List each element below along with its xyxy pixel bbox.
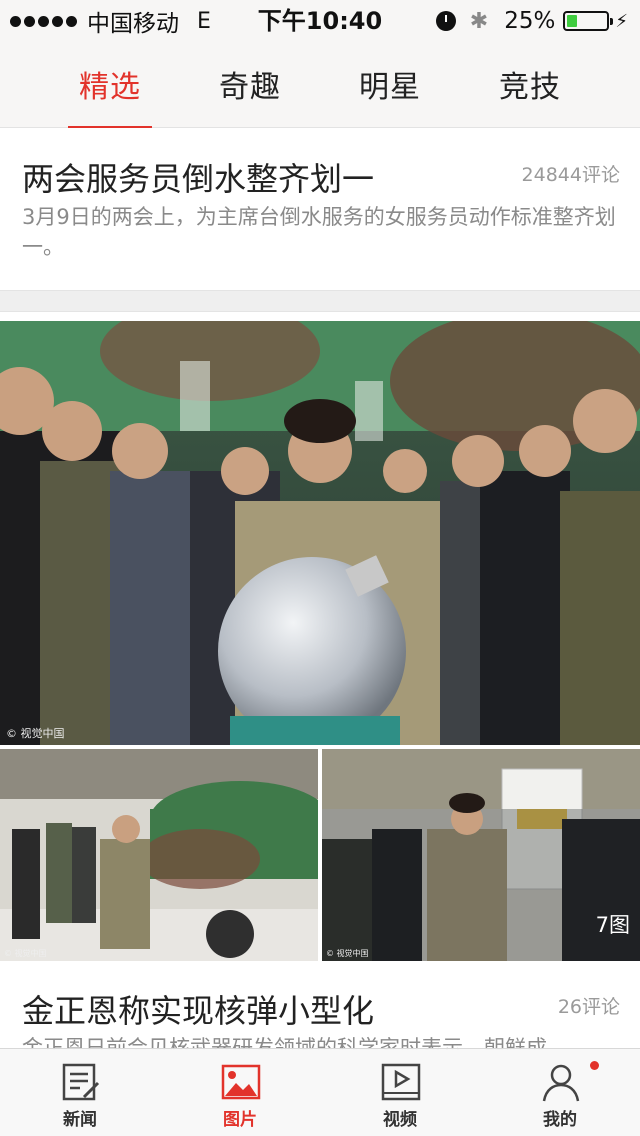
article-title[interactable]: 金正恩称实现核弹小型化 <box>22 986 374 1032</box>
nav-label: 我的 <box>543 1110 577 1130</box>
main-photo[interactable]: © 视觉中国 <box>0 321 640 745</box>
nav-label: 视频 <box>383 1110 417 1130</box>
video-icon <box>381 1063 421 1101</box>
bottom-navigation: 新闻 图片 视频 我的 <box>0 1048 640 1136</box>
picture-icon <box>221 1064 261 1100</box>
battery-icon <box>563 11 614 31</box>
photo-credit: © 视觉中国 <box>4 949 47 958</box>
article-card[interactable]: 两会服务员倒水整齐划一 24844评论 3月9日的两会上，为主席台倒水服务的女服… <box>0 128 640 290</box>
nav-label: 新闻 <box>63 1110 97 1130</box>
section-divider <box>0 290 640 312</box>
thumbnail-image <box>0 749 318 961</box>
tab-sports[interactable]: 竞技 <box>470 62 590 106</box>
status-bar: 中国移动 E 下午10:40 ✱ 25% ⚡ <box>0 0 640 40</box>
tab-stars[interactable]: 明星 <box>330 62 450 106</box>
thumbnail-image <box>322 749 640 961</box>
article-description: 3月9日的两会上，为主席台倒水服务的女服务员动作标准整齐划一。 <box>22 205 616 259</box>
category-tabs: 精选 奇趣 明星 竞技 <box>0 40 640 129</box>
nav-news[interactable]: 新闻 <box>20 1049 140 1136</box>
nav-label: 图片 <box>223 1110 257 1130</box>
thumbnail-photo[interactable]: © 视觉中国 7图 <box>322 749 640 961</box>
comment-count: 24844评论 <box>521 164 620 186</box>
charging-icon: ⚡ <box>615 10 628 32</box>
battery-percent: 25% <box>504 8 556 34</box>
status-right: ✱ 25% ⚡ <box>435 5 628 37</box>
nav-pictures[interactable]: 图片 <box>180 1049 300 1136</box>
bluetooth-icon: ✱ <box>469 8 489 34</box>
notification-badge <box>590 1061 599 1070</box>
article-title[interactable]: 两会服务员倒水整齐划一 <box>22 154 374 200</box>
article-card[interactable]: 金正恩称实现核弹小型化 26评论 <box>0 982 640 1032</box>
news-icon <box>62 1063 100 1101</box>
nav-video[interactable]: 视频 <box>340 1049 460 1136</box>
photo-credit: © 视觉中国 <box>326 949 369 958</box>
profile-icon <box>542 1064 580 1102</box>
nav-profile[interactable]: 我的 <box>500 1049 620 1136</box>
main-photo-image <box>0 321 640 745</box>
photo-count-badge: 7图 <box>595 913 630 937</box>
alarm-icon <box>435 11 456 31</box>
comment-count: 26评论 <box>557 996 620 1018</box>
thumbnail-photo[interactable]: © 视觉中国 <box>0 749 318 961</box>
photo-credit: © 视觉中国 <box>6 727 65 740</box>
tab-funny[interactable]: 奇趣 <box>190 62 310 106</box>
tab-featured[interactable]: 精选 <box>50 62 170 106</box>
